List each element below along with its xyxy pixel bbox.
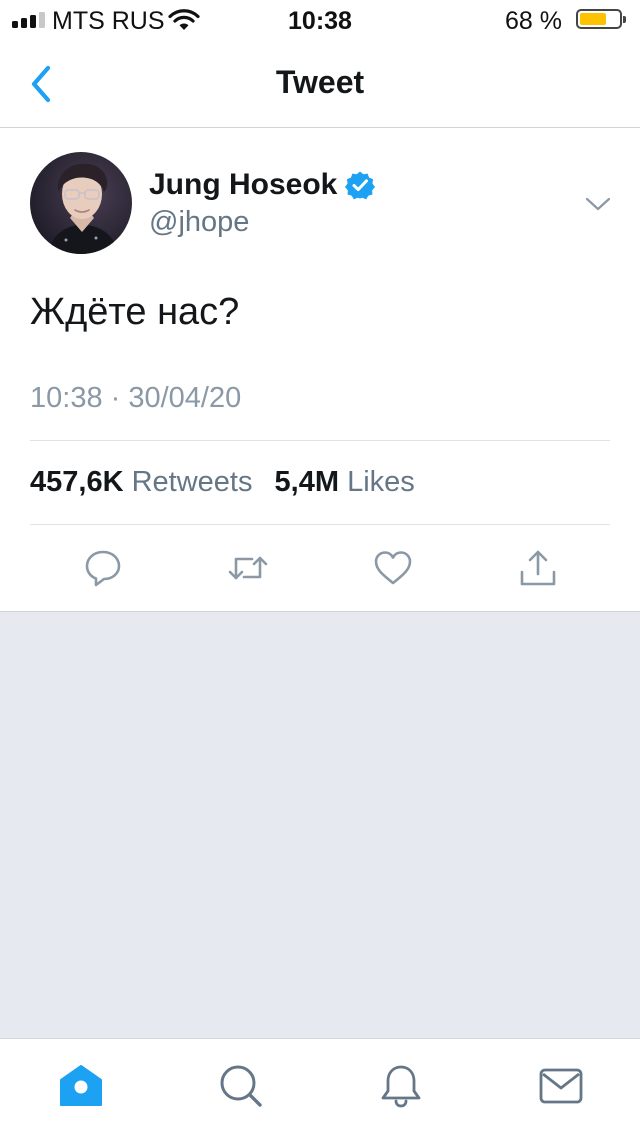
home-icon[interactable]: [58, 1063, 104, 1109]
page-title: Tweet: [275, 64, 365, 100]
likes-count[interactable]: 5,4M: [275, 466, 339, 498]
search-icon[interactable]: [218, 1063, 264, 1109]
notifications-icon[interactable]: [378, 1063, 424, 1109]
likes-label[interactable]: Likes: [347, 466, 415, 498]
battery-icon: [576, 9, 626, 29]
author-handle[interactable]: @jhope: [149, 206, 249, 239]
tweet-text: Ждёте нас?: [30, 291, 240, 333]
author-name[interactable]: Jung Hoseok: [149, 168, 337, 202]
chevron-down-icon[interactable]: [584, 194, 612, 214]
avatar[interactable]: [30, 152, 132, 254]
battery-percent: 68 %: [505, 7, 562, 35]
divider: [30, 524, 610, 525]
divider: [30, 440, 610, 441]
status-bar: MTS RUS 10:38 68 %: [0, 0, 640, 40]
verified-badge-icon: [345, 171, 376, 200]
tweet-stats: 457,6K Retweets 5,4M Likes: [30, 466, 415, 499]
reply-icon[interactable]: [83, 548, 123, 588]
tab-bar: [0, 1038, 640, 1136]
author-name-row[interactable]: Jung Hoseok: [149, 168, 376, 202]
tweet-timestamp: 10:38 · 30/04/20: [30, 382, 242, 414]
retweet-icon[interactable]: [228, 548, 268, 588]
share-icon[interactable]: [518, 548, 558, 588]
like-icon[interactable]: [373, 548, 413, 588]
retweets-count[interactable]: 457,6K: [30, 466, 124, 498]
nav-bar: Tweet: [0, 40, 640, 128]
battery-fill: [580, 13, 606, 25]
tweet-detail: Jung Hoseok @jhope Ждёте нас? 10:38 · 30…: [0, 128, 640, 612]
retweets-label[interactable]: Retweets: [132, 466, 253, 498]
messages-icon[interactable]: [538, 1063, 584, 1109]
